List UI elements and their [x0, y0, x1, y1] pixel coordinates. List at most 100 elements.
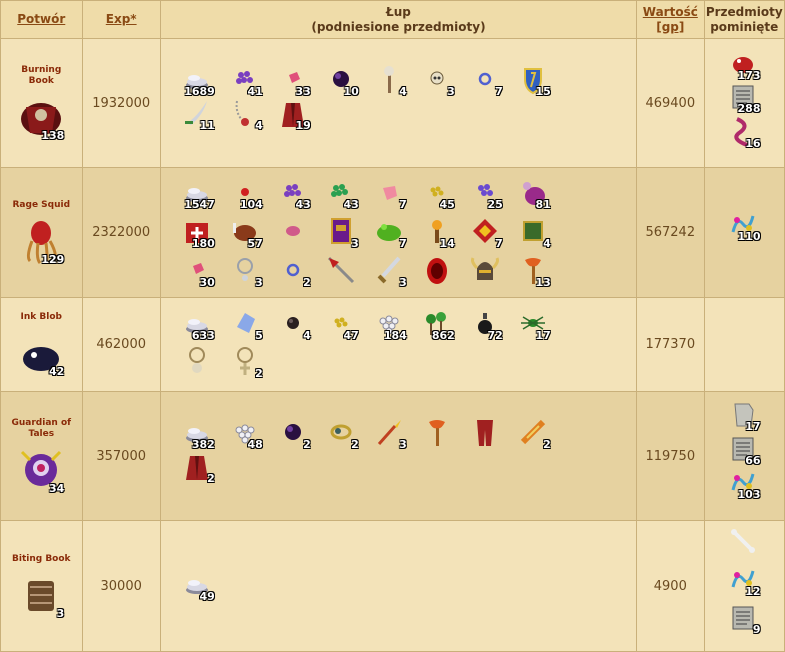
ring-icon[interactable]: 7: [469, 63, 503, 98]
fire-wand-icon[interactable]: 3: [373, 416, 407, 450]
red-creature-icon[interactable]: 173: [727, 47, 761, 81]
pink-crystal-icon[interactable]: 7: [373, 176, 407, 211]
item-count: 17: [535, 329, 551, 342]
dark-orb-icon[interactable]: 10: [325, 63, 359, 97]
item-count: 43: [343, 198, 359, 211]
paper-icon[interactable]: 17: [727, 398, 761, 432]
coins-icon[interactable]: 49: [181, 568, 215, 602]
tentacle-icon[interactable]: 16: [727, 115, 761, 149]
sword-icon[interactable]: 3: [373, 254, 407, 288]
exp-cell: 357000: [81, 391, 161, 521]
purple-gems-icon[interactable]: 41: [229, 63, 263, 98]
item-count: 14: [439, 237, 455, 250]
item-count: 45: [439, 198, 455, 211]
header-value[interactable]: Wartość [gp]: [636, 0, 705, 39]
small-ruby-icon[interactable]: 33: [277, 63, 311, 97]
red-robe-icon[interactable]: 2: [181, 450, 215, 484]
scroll-icon[interactable]: 9: [727, 601, 761, 635]
spellbook-icon[interactable]: 3: [325, 215, 359, 249]
scimitar-icon[interactable]: 11: [181, 97, 215, 131]
black-pearl-icon[interactable]: 4: [277, 307, 311, 341]
white-pearls-icon[interactable]: 184: [373, 307, 407, 342]
colorful-worm-icon[interactable]: 12: [727, 563, 761, 597]
dark-orb-icon[interactable]: 2: [277, 416, 311, 450]
exp-cell: 30000: [81, 520, 161, 652]
red-legs-icon[interactable]: [469, 416, 501, 448]
purple-gems-icon[interactable]: 43: [277, 176, 311, 210]
small-ruby-icon[interactable]: 30: [181, 254, 215, 288]
green-frog-icon[interactable]: 7: [373, 215, 407, 249]
coins-icon[interactable]: 1547: [181, 176, 215, 211]
cross-amulet-icon[interactable]: 2: [229, 345, 263, 379]
meat-icon[interactable]: 57: [229, 215, 263, 249]
medkit-icon[interactable]: 180: [181, 215, 215, 249]
axe-icon[interactable]: 13: [517, 254, 551, 288]
red-robe-icon[interactable]: 19: [277, 97, 311, 131]
green-gems-icon[interactable]: 43: [325, 176, 359, 211]
skull-icon[interactable]: 3: [421, 63, 455, 97]
loot-cell: 633 5 4 47 184 862 72 17 2: [159, 297, 638, 392]
exp-cell: 2322000: [81, 167, 161, 298]
gold-nuggets-icon[interactable]: 47: [325, 307, 359, 341]
pink-brain-icon[interactable]: [277, 215, 309, 247]
fire-sword-icon[interactable]: 2: [517, 416, 551, 450]
table-row: Guardian of Tales 34 357000 382 48 2 2 3 2 2 119750…: [0, 391, 785, 521]
red-gem-cluster-icon[interactable]: 7: [469, 215, 503, 249]
scroll-icon[interactable]: 66: [727, 432, 761, 466]
item-count: 48: [247, 438, 263, 451]
monster-name: Biting Book: [12, 553, 71, 564]
item-count: 184: [383, 329, 407, 342]
gold-ring-icon[interactable]: 2: [325, 416, 359, 450]
scroll-icon[interactable]: 288: [727, 80, 761, 115]
spear-icon[interactable]: [325, 254, 357, 286]
item-count: 288: [737, 102, 761, 115]
sort-exp-link[interactable]: Exp*: [106, 12, 137, 26]
kill-count: 129: [41, 253, 65, 266]
coins-icon[interactable]: 382: [181, 416, 215, 450]
purple-pouch-icon[interactable]: 81: [517, 176, 551, 210]
axe-icon[interactable]: [421, 416, 453, 448]
ink-flask-icon[interactable]: 72: [469, 307, 503, 342]
sort-monster-link[interactable]: Potwór: [17, 12, 65, 26]
shield-icon[interactable]: 15: [517, 63, 551, 97]
item-count: 7: [399, 198, 407, 211]
item-count: 1547: [184, 198, 215, 211]
torch-icon[interactable]: 14: [421, 215, 455, 250]
silver-amulet-icon[interactable]: 3: [229, 254, 263, 288]
skipped-cell: 110: [703, 167, 785, 298]
red-berry-icon[interactable]: 104: [229, 176, 263, 210]
header-loot: Łup (podniesione przedmioty): [159, 0, 638, 39]
green-trees-icon[interactable]: 862: [421, 307, 455, 341]
item-count: 41: [247, 85, 263, 98]
value-cell: 177370: [636, 297, 705, 392]
skull-staff-icon[interactable]: 4: [373, 63, 407, 97]
coins-icon[interactable]: 1689: [181, 63, 215, 97]
ring-icon[interactable]: 2: [277, 254, 311, 288]
loot-cell: 49: [159, 520, 638, 652]
header-exp[interactable]: Exp*: [81, 0, 161, 39]
item-count: 72: [487, 329, 503, 342]
table-row: Ink Blob 42 462000 633 5 4 47 184 862 72 17 2 177370: [0, 297, 785, 392]
green-cube-icon[interactable]: 4: [517, 215, 551, 249]
loot-table: Potwór Exp* Łup (podniesione przedmioty)…: [0, 0, 785, 652]
monster-cell: Guardian of Tales 34: [0, 391, 83, 521]
sort-value-link[interactable]: Wartość: [643, 5, 698, 19]
skull-amulet-icon[interactable]: [181, 345, 213, 377]
colorful-worm-icon[interactable]: 103: [727, 466, 761, 500]
coins-icon[interactable]: 633: [181, 307, 215, 341]
white-pearls-icon[interactable]: 48: [229, 416, 263, 451]
green-spider-icon[interactable]: 17: [517, 307, 551, 342]
horned-helmet-icon[interactable]: [469, 254, 501, 286]
red-mask-icon[interactable]: [421, 254, 453, 286]
monster-sprite: 129: [16, 213, 66, 265]
colorful-worm-icon[interactable]: 110: [727, 208, 761, 242]
blue-crystal-icon[interactable]: 5: [229, 307, 263, 342]
item-count: 5: [255, 329, 263, 342]
item-count: 7: [495, 85, 503, 98]
bone-icon[interactable]: [727, 525, 759, 557]
amulet-chain-icon[interactable]: 4: [229, 97, 263, 131]
gold-nuggets-icon[interactable]: 45: [421, 176, 455, 211]
table-row: Biting Book 3 30000 49 4900 12 9: [0, 520, 785, 652]
header-monster[interactable]: Potwór: [0, 0, 83, 39]
violet-gems-icon[interactable]: 25: [469, 176, 503, 210]
